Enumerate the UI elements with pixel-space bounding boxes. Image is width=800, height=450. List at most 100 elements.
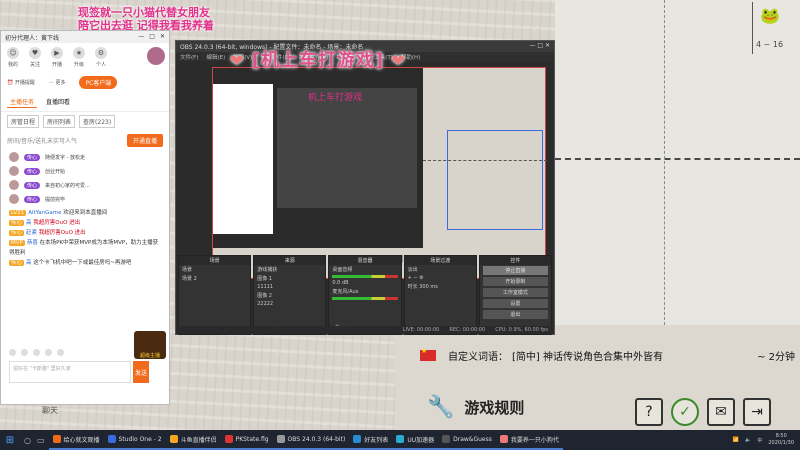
- tab-replay[interactable]: 直播回看: [43, 96, 73, 108]
- bag-icon[interactable]: [57, 349, 64, 356]
- taskbar-app[interactable]: 斗鱼直播伴侣: [165, 430, 221, 450]
- emoji-icon[interactable]: [9, 349, 16, 356]
- source-item[interactable]: 图像 1: [254, 274, 325, 283]
- source-selection-box[interactable]: [447, 130, 543, 230]
- fan-avatar: [9, 152, 19, 162]
- chat-message: 传心 赶紧 我超厉害OuO 进出: [9, 230, 86, 236]
- subtab-schedule[interactable]: 房管日程: [7, 115, 40, 128]
- chat-message: LV21 AltYanGame 欢迎来到本直播间: [9, 210, 108, 216]
- mail-icon[interactable]: ✉: [707, 398, 735, 426]
- wrench-icon: 🔧: [427, 395, 455, 420]
- hint-icon[interactable]: ?: [635, 398, 663, 426]
- fan-item[interactable]: 传心 提前完毕: [1, 192, 169, 206]
- system-tray: 📶 🔈 中 8:50 2020/1/30: [733, 433, 800, 447]
- quick-row: ⏰ 开播提醒 ⋯ 更多 PC客户端: [1, 72, 169, 93]
- source-item[interactable]: 图像 2: [254, 291, 325, 300]
- rules-section: 🔧 游戏规则: [427, 395, 524, 420]
- preview-nested-live-panel: [213, 84, 273, 234]
- transitions-dock: 场景过渡 淡出 + − ⚙ 时长 300 ms: [403, 255, 477, 335]
- gift-icon[interactable]: [21, 349, 28, 356]
- transition-select[interactable]: 淡出: [405, 265, 476, 274]
- subtab-rooms[interactable]: 房间列表: [43, 115, 76, 128]
- fan-item[interactable]: 传心 创业开始: [1, 164, 169, 178]
- minimize-icon[interactable]: —: [138, 33, 144, 40]
- close-icon[interactable]: ✕: [160, 33, 165, 40]
- menu-file[interactable]: 文件(F): [180, 53, 198, 61]
- nav-level[interactable]: ★ 升级: [71, 47, 87, 68]
- rules-label[interactable]: 游戏规则: [464, 397, 524, 418]
- sources-dock: 来源 游戏捕获 图像 1 11111 图像 2 22222 + − ⚙ ∧ ∨: [253, 255, 327, 335]
- app-icon: [224, 435, 233, 443]
- emoji-bar: [9, 349, 64, 356]
- confirm-check-icon[interactable]: ✓: [671, 398, 699, 426]
- source-item[interactable]: 游戏捕获: [254, 265, 325, 274]
- nav-personal[interactable]: ⚙ 个人: [93, 47, 109, 68]
- search-icon[interactable]: ○: [24, 436, 31, 445]
- nav-start[interactable]: ▶ 开播: [49, 47, 65, 68]
- task-view-icon[interactable]: ▭: [37, 436, 45, 445]
- game-actions: ? ✓ ✉ ⇥: [635, 398, 771, 426]
- join-button[interactable]: 开通直播: [126, 134, 163, 147]
- avatar[interactable]: [147, 47, 165, 65]
- ime-indicator[interactable]: 中: [757, 437, 762, 444]
- taskbar-app[interactable]: UU加速器: [392, 430, 439, 450]
- chat-input[interactable]: 说好在 "卡斯猫" 里好久家: [9, 361, 131, 383]
- fan-item[interactable]: 传心 随便发字 - 放松走: [1, 150, 169, 164]
- transition-controls[interactable]: + − ⚙: [405, 274, 476, 282]
- alarm-icon[interactable]: ⏰ 开播提醒: [7, 79, 35, 86]
- drawing-vertical-guide: [664, 0, 665, 330]
- send-button[interactable]: 发送: [133, 361, 149, 383]
- taskbar-app[interactable]: PKState.flg: [220, 430, 273, 450]
- taskbar-app[interactable]: Draw&Guess: [438, 430, 496, 450]
- stop-streaming-button[interactable]: 停止直播: [482, 266, 549, 275]
- scene-item[interactable]: 场景: [179, 265, 250, 274]
- close-icon[interactable]: ✕: [545, 42, 550, 49]
- chat-messages: LV21 AltYanGame 欢迎来到本直播间 传心高 我超厉害OuO 进出 传…: [1, 206, 169, 270]
- studio-mode-button[interactable]: 工作室模式: [482, 288, 549, 297]
- source-item[interactable]: 11111: [254, 283, 325, 291]
- scene-item[interactable]: 场景 2: [179, 274, 250, 283]
- start-recording-button[interactable]: 开始录制: [482, 277, 549, 286]
- pc-client-button[interactable]: PC客户端: [79, 76, 118, 89]
- app-icon: [353, 435, 362, 443]
- maximize-icon[interactable]: □: [149, 33, 155, 40]
- image-icon[interactable]: [33, 349, 40, 356]
- heart-icon: ❤: [230, 51, 245, 70]
- clock[interactable]: 8:50 2020/1/30: [768, 433, 794, 447]
- taskbar-app[interactable]: Studio One - 2: [103, 430, 166, 450]
- exit-button[interactable]: 退出: [482, 310, 549, 319]
- tab-anchor-tasks[interactable]: 主播任务: [7, 96, 38, 108]
- taskbar-app[interactable]: 好友列表: [349, 430, 393, 450]
- user-icon: ☺: [7, 47, 19, 59]
- app-icon: [442, 435, 451, 443]
- obs-preview[interactable]: 机上车打游戏 游戏规则: [212, 67, 547, 279]
- taskbar-app[interactable]: 我要养一只小狗代: [495, 430, 563, 450]
- settings-button[interactable]: 设置: [482, 299, 549, 308]
- cpu-fps: CPU: 0.9%, 60.00 fps: [495, 327, 548, 333]
- volume-meter: [332, 275, 398, 278]
- duration-input[interactable]: 300 ms: [419, 284, 438, 290]
- taskbar-app[interactable]: OBS 24.0.3 (64-bit): [272, 430, 350, 450]
- menu-edit[interactable]: 编辑(E): [206, 53, 225, 61]
- minimize-icon[interactable]: —: [529, 42, 535, 49]
- nav-follow[interactable]: ♥ 关注: [27, 47, 43, 68]
- exit-door-icon[interactable]: ⇥: [743, 398, 771, 426]
- source-item[interactable]: 22222: [254, 300, 325, 308]
- network-icon[interactable]: 📶: [733, 437, 739, 443]
- frog-icon: 🐸: [760, 6, 780, 25]
- nav-my[interactable]: ☺ 我的: [5, 47, 21, 68]
- transitions-header: 场景过渡: [404, 256, 476, 265]
- fan-item[interactable]: 传心 来自初心家的可爱...: [1, 178, 169, 192]
- notice-text: 房间/音乐/送礼未实可人气: [7, 138, 78, 145]
- app-icon: [276, 435, 285, 443]
- more-icon[interactable]: ⋯ 更多: [49, 79, 66, 86]
- mixer-dock: 混音器 桌面音频 0.0 dB 麦克风/Aux 🔊 ⚙: [328, 255, 402, 335]
- mention-icon[interactable]: [45, 349, 52, 356]
- subtab-check[interactable]: 查房(223): [79, 115, 116, 128]
- volume-icon[interactable]: 🔈: [745, 437, 751, 443]
- obs-window: OBS 24.0.3 (64-bit, windows) - 配置文件：未命名 …: [175, 40, 555, 335]
- windows-start-icon[interactable]: ⊞: [0, 430, 20, 450]
- maximize-icon[interactable]: □: [537, 42, 543, 49]
- taskbar-app[interactable]: 给心就文观播: [48, 430, 104, 450]
- play-icon: ▶: [51, 47, 63, 59]
